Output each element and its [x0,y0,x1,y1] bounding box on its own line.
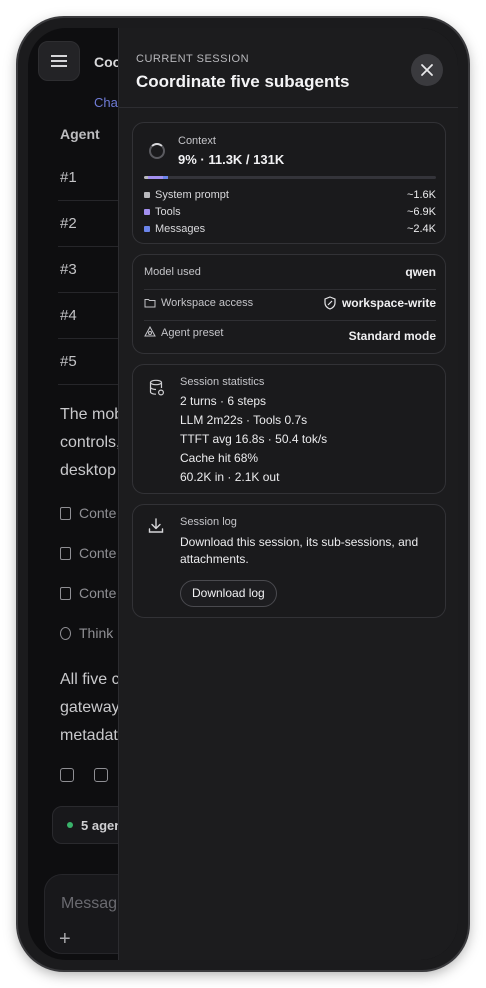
context-bar-segment [162,176,169,179]
preset-label: Agent preset [161,327,224,339]
legend-swatch [144,209,150,215]
table-row: #4 [60,307,77,324]
context-card: Context 9% · 11.3K / 131K System prompt … [132,122,446,244]
device-frame: Coo Chat Agent #1 #2 #3 #4 #5 The mob co… [18,18,468,970]
screen: Coo Chat Agent #1 #2 #3 #4 #5 The mob co… [28,28,458,960]
workspace-row: Workspace access workspace-write [144,290,436,318]
message-text: All five c [60,671,120,688]
legend-name: Messages [155,223,206,235]
message-text: controls, [60,434,121,451]
stat-line: TTFT avg 16.8s · 50.4 tok/s [180,432,328,446]
legend-name: Tools [155,206,181,218]
message-text: metadat [60,727,118,744]
log-description: Download this session, its sub-sessions,… [180,535,419,566]
message-text: desktop [60,462,117,479]
stat-line: LLM 2m22s · Tools 0.7s [180,413,308,427]
legend-swatch [144,226,150,232]
add-attachment-icon[interactable]: + [59,929,71,949]
context-bar-segment [147,176,163,179]
drawer-eyebrow: CURRENT SESSION [136,53,250,65]
table-row: #5 [60,353,77,370]
download-icon [148,518,164,533]
preset-value: Standard mode [348,329,436,343]
thinking-chip[interactable]: Think [60,625,113,641]
document-icon [60,547,71,560]
model-row: Model used qwen [144,259,436,287]
legend-value: ~1.6K [406,189,436,201]
stats-label: Session statistics [180,376,265,388]
session-log-card: Session log Download this session, its s… [132,504,446,618]
menu-button[interactable] [38,41,80,81]
legend-value: ~2.4K [406,223,436,235]
message-text: gateway [60,699,120,716]
context-value: 9% · 11.3K / 131K [178,152,285,167]
context-chip[interactable]: Conte [60,505,116,521]
context-chip[interactable]: Conte [60,545,116,561]
status-dot [67,822,73,828]
shield-edit-icon [324,296,336,310]
context-usage-bar [144,176,436,179]
context-ring-icon [149,143,165,159]
hamburger-icon [51,60,67,62]
model-label: Model used [144,266,201,278]
download-log-button[interactable]: Download log [180,580,277,607]
composer-placeholder: Messag [61,895,118,912]
database-icon [149,379,165,396]
legend-item-system-prompt: System prompt ~1.6K [144,189,436,203]
context-chip[interactable]: Conte [60,585,116,601]
table-header: Agent [60,126,100,142]
model-value: qwen [405,265,436,279]
copy-icon[interactable] [60,768,74,782]
table-row: #3 [60,261,77,278]
message-text: The mob [60,406,124,423]
thumbs-up-icon[interactable] [94,768,108,782]
table-row: #2 [60,215,77,232]
legend-name: System prompt [155,189,229,201]
context-label: Context [178,135,216,147]
model-card: Model used qwen Workspace access workspa… [132,254,446,354]
drawer-title: Coordinate five subagents [136,72,350,91]
document-icon [60,507,71,520]
stats-card: Session statistics 2 turns · 6 steps LLM… [132,364,446,494]
legend-item-messages: Messages ~2.4K [144,223,436,237]
session-drawer: CURRENT SESSION Coordinate five subagent… [118,28,458,960]
close-icon [421,64,433,76]
drawer-header: CURRENT SESSION Coordinate five subagent… [119,28,458,108]
stat-line: 2 turns · 6 steps [180,394,267,408]
workspace-label: Workspace access [161,297,254,309]
brain-icon [60,627,71,640]
stat-line: Cache hit 68% [180,451,259,465]
legend-swatch [144,192,150,198]
stat-line: 60.2K in · 2.1K out [180,470,280,484]
table-row: #1 [60,169,77,186]
document-icon [60,587,71,600]
preset-icon [144,326,156,337]
legend-item-tools: Tools ~6.9K [144,206,436,220]
close-button[interactable] [411,54,443,86]
folder-icon [144,299,156,308]
workspace-value: workspace-write [341,296,436,310]
log-label: Session log [180,516,237,528]
legend-value: ~6.9K [406,206,436,218]
preset-row: Agent preset Standard mode [144,319,436,347]
